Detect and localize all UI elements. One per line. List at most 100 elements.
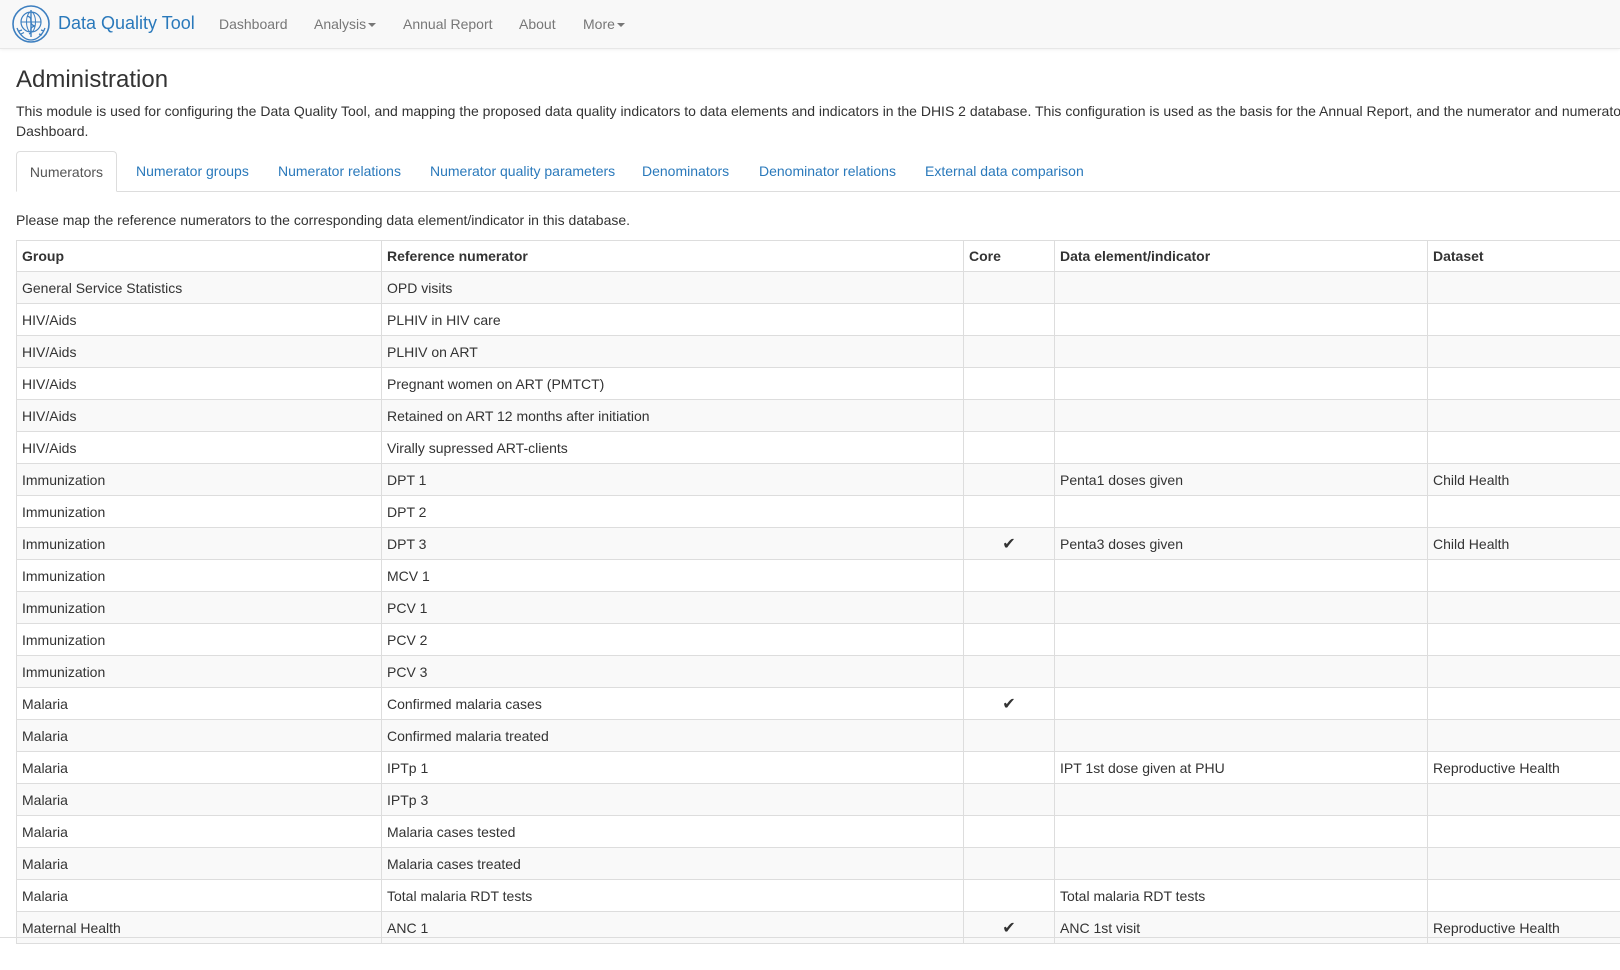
header-data-element[interactable]: Data element/indicator xyxy=(1054,240,1428,272)
cell-reference-numerator: MCV 1 xyxy=(381,559,964,592)
cell-data-element: ANC 1st visit xyxy=(1054,911,1428,944)
tab-numerator-groups[interactable]: Numerator groups xyxy=(136,151,249,191)
cell-core xyxy=(963,719,1055,752)
table-row[interactable]: HIV/Aids PLHIV on ART xyxy=(16,335,1620,368)
table-row[interactable]: HIV/Aids Retained on ART 12 months after … xyxy=(16,399,1620,432)
core-checkmark-icon: ✔ xyxy=(963,911,1055,944)
table-row[interactable]: HIV/Aids Virally supressed ART-clients xyxy=(16,431,1620,464)
cell-core xyxy=(963,591,1055,624)
cell-group: HIV/Aids xyxy=(16,335,382,368)
cell-dataset xyxy=(1427,303,1620,336)
cell-reference-numerator: PCV 3 xyxy=(381,655,964,688)
table-row[interactable]: Malaria Malaria cases tested xyxy=(16,815,1620,848)
brand-link[interactable]: Data Quality Tool xyxy=(58,13,195,34)
cell-core xyxy=(963,879,1055,912)
cell-dataset xyxy=(1427,591,1620,624)
cell-reference-numerator: PLHIV on ART xyxy=(381,335,964,368)
table-body: General Service Statistics OPD visits HIV/… xyxy=(16,271,1620,944)
cell-reference-numerator: DPT 1 xyxy=(381,463,964,496)
cell-data-element xyxy=(1054,399,1428,432)
cell-group: Immunization xyxy=(16,655,382,688)
cell-data-element: Total malaria RDT tests xyxy=(1054,879,1428,912)
table-row[interactable]: Maternal Health ANC 1 ✔ ANC 1st visit Reprod… xyxy=(16,911,1620,944)
cell-dataset xyxy=(1427,655,1620,688)
cell-group: General Service Statistics xyxy=(16,271,382,304)
cell-core xyxy=(963,655,1055,688)
header-reference-numerator[interactable]: Reference numerator xyxy=(381,240,964,272)
cell-reference-numerator: Retained on ART 12 months after initiati… xyxy=(381,399,964,432)
cell-group: Malaria xyxy=(16,847,382,880)
table-row[interactable]: General Service Statistics OPD visits xyxy=(16,271,1620,304)
header-dataset[interactable]: Dataset xyxy=(1427,240,1620,272)
cell-group: HIV/Aids xyxy=(16,399,382,432)
cell-group: Malaria xyxy=(16,879,382,912)
cell-group: Malaria xyxy=(16,815,382,848)
cell-group: Immunization xyxy=(16,591,382,624)
cell-dataset xyxy=(1427,335,1620,368)
table-row[interactable]: Immunization DPT 1 Penta1 doses given Child… xyxy=(16,463,1620,496)
numerators-table-container: Group Reference numerator Core Data elem… xyxy=(16,240,1620,970)
header-group[interactable]: Group xyxy=(16,240,382,272)
cell-reference-numerator: Total malaria RDT tests xyxy=(381,879,964,912)
tab-denominators[interactable]: Denominators xyxy=(642,151,729,191)
instructions-text: Please map the reference numerators to t… xyxy=(16,212,631,228)
top-navbar: Data Quality Tool Dashboard Analysis Ann… xyxy=(0,0,1620,49)
table-header-row: Group Reference numerator Core Data elem… xyxy=(16,240,1620,272)
cell-dataset: Reproductive Health xyxy=(1427,751,1620,784)
cell-dataset: Child Health xyxy=(1427,527,1620,560)
table-row[interactable]: Malaria Confirmed malaria cases ✔ xyxy=(16,687,1620,720)
cell-data-element xyxy=(1054,815,1428,848)
nav-dashboard[interactable]: Dashboard xyxy=(219,16,288,32)
nav-annual-report[interactable]: Annual Report xyxy=(403,16,493,32)
table-row[interactable]: Immunization DPT 2 xyxy=(16,495,1620,528)
table-row[interactable]: Immunization PCV 2 xyxy=(16,623,1620,656)
table-row[interactable]: HIV/Aids Pregnant women on ART (PMTCT) xyxy=(16,367,1620,400)
cell-core xyxy=(963,495,1055,528)
cell-group: Immunization xyxy=(16,623,382,656)
table-row[interactable]: Immunization PCV 3 xyxy=(16,655,1620,688)
cell-core xyxy=(963,271,1055,304)
nav-about[interactable]: About xyxy=(519,16,556,32)
cell-dataset xyxy=(1427,271,1620,304)
cell-reference-numerator: Pregnant women on ART (PMTCT) xyxy=(381,367,964,400)
table-row[interactable]: HIV/Aids PLHIV in HIV care xyxy=(16,303,1620,336)
cell-dataset xyxy=(1427,687,1620,720)
table-row[interactable]: Malaria Total malaria RDT tests Total mala… xyxy=(16,879,1620,912)
tab-denominator-relations[interactable]: Denominator relations xyxy=(759,151,896,191)
nav-more-dropdown[interactable]: More xyxy=(583,16,625,32)
cell-core xyxy=(963,399,1055,432)
cell-group: Immunization xyxy=(16,463,382,496)
cell-data-element: Penta1 doses given xyxy=(1054,463,1428,496)
table-row[interactable]: Immunization PCV 1 xyxy=(16,591,1620,624)
cell-dataset xyxy=(1427,847,1620,880)
nav-analysis-dropdown[interactable]: Analysis xyxy=(314,16,377,32)
cell-reference-numerator: ANC 1 xyxy=(381,911,964,944)
tab-external-data-comparison[interactable]: External data comparison xyxy=(925,151,1084,191)
cell-group: Malaria xyxy=(16,719,382,752)
cell-dataset: Child Health xyxy=(1427,463,1620,496)
admin-tabs: Numerators Numerator groups Numerator re… xyxy=(16,151,1620,192)
core-checkmark-icon: ✔ xyxy=(963,687,1055,720)
table-row[interactable]: Malaria Malaria cases treated xyxy=(16,847,1620,880)
cell-core xyxy=(963,847,1055,880)
tab-numerator-relations[interactable]: Numerator relations xyxy=(278,151,401,191)
table-row[interactable]: Malaria Confirmed malaria treated xyxy=(16,719,1620,752)
divider xyxy=(0,937,1620,938)
cell-reference-numerator: Malaria cases tested xyxy=(381,815,964,848)
table-row[interactable]: Malaria IPTp 3 xyxy=(16,783,1620,816)
cell-data-element xyxy=(1054,303,1428,336)
cell-group: Immunization xyxy=(16,495,382,528)
table-row[interactable]: Immunization MCV 1 xyxy=(16,559,1620,592)
tab-numerators[interactable]: Numerators xyxy=(16,151,117,192)
cell-reference-numerator: Confirmed malaria cases xyxy=(381,687,964,720)
cell-group: Malaria xyxy=(16,751,382,784)
table-row[interactable]: Immunization DPT 3 ✔ Penta3 doses given Chil… xyxy=(16,527,1620,560)
table-row[interactable]: Malaria IPTp 1 IPT 1st dose given at PHU Re… xyxy=(16,751,1620,784)
cell-reference-numerator: PCV 2 xyxy=(381,623,964,656)
tab-numerator-quality-parameters[interactable]: Numerator quality parameters xyxy=(430,151,615,191)
cell-data-element: Penta3 doses given xyxy=(1054,527,1428,560)
header-core[interactable]: Core xyxy=(963,240,1055,272)
cell-reference-numerator: DPT 3 xyxy=(381,527,964,560)
who-emblem-icon[interactable] xyxy=(11,4,51,44)
numerators-table: Group Reference numerator Core Data elem… xyxy=(16,240,1620,944)
